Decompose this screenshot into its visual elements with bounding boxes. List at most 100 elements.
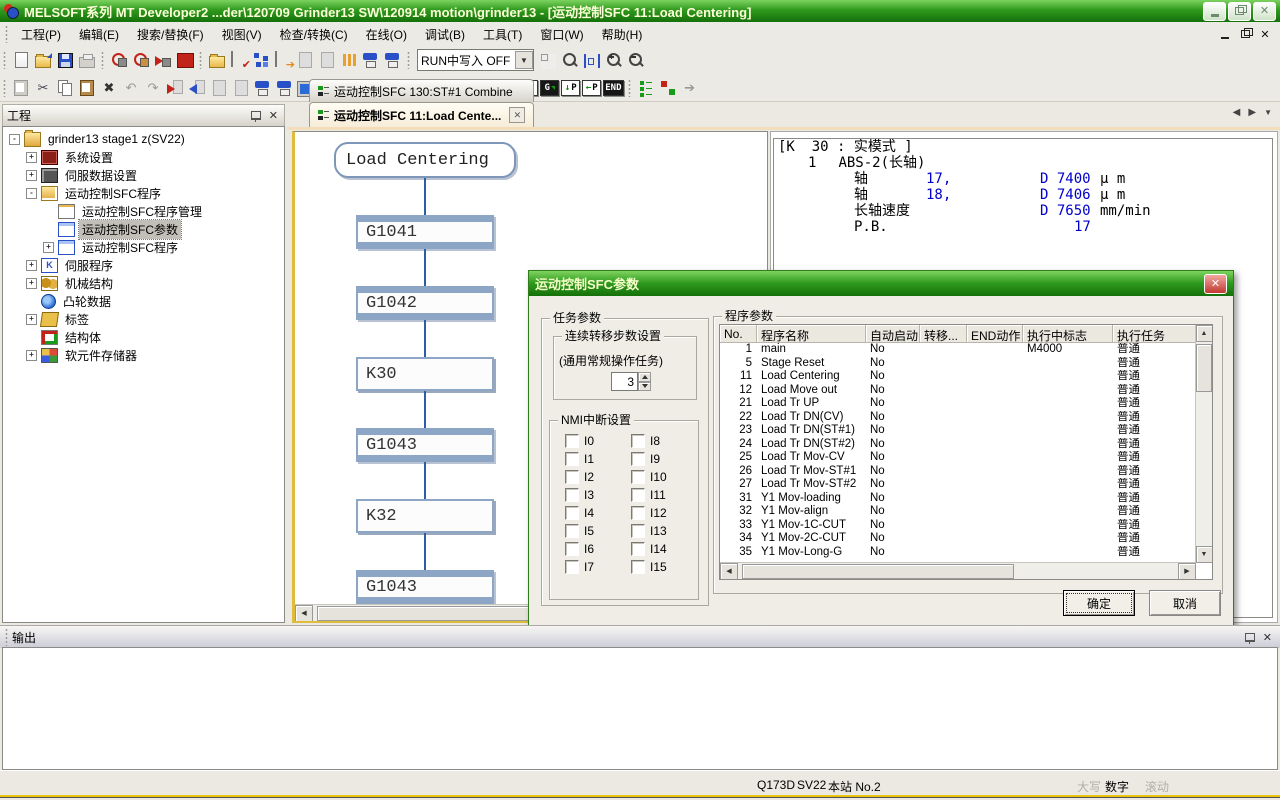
output-panel-close-button[interactable]: ✕ — [1261, 631, 1274, 644]
tab-scroll-right-button[interactable]: ▶ — [1248, 107, 1256, 118]
tree-expander-icon[interactable]: + — [26, 350, 37, 361]
pin-icon[interactable] — [251, 111, 261, 120]
verify-button[interactable]: ✔ — [229, 49, 249, 71]
transition-count-value[interactable]: 3 — [611, 372, 638, 391]
table-row[interactable]: 22Load Tr DN(CV)No普通 — [720, 411, 1196, 425]
checkbox-I9[interactable] — [631, 452, 645, 466]
program-parameter-table[interactable]: No.程序名称自动启动转移...END动作执行中标志执行任务 1mainNoM4… — [719, 324, 1213, 580]
sfc-start-step[interactable]: Load Centering — [334, 142, 516, 178]
restore-button[interactable] — [1228, 2, 1251, 21]
tree-item-12[interactable]: +软元件存储器 — [3, 346, 284, 364]
read-blue-button[interactable] — [187, 77, 207, 99]
dialog-title-bar[interactable]: 运动控制SFC参数 ✕ — [529, 271, 1233, 296]
panel-grip[interactable] — [5, 628, 8, 646]
tree-item-2[interactable]: +伺服数据设置 — [3, 166, 284, 184]
checkbox-I10[interactable] — [631, 470, 645, 484]
tree-item-9[interactable]: +凸轮数据 — [3, 292, 284, 310]
menu-item-9[interactable]: 帮助(H) — [593, 24, 652, 46]
table-row[interactable]: 35Y1 Mov-Long-GNo普通 — [720, 546, 1196, 560]
checkbox-I1[interactable] — [565, 452, 579, 466]
checkbox-I15[interactable] — [631, 560, 645, 574]
checkbox-I11[interactable] — [631, 488, 645, 502]
tree-item-4[interactable]: +运动控制SFC程序管理 — [3, 202, 284, 220]
swap-step-button[interactable] — [658, 77, 678, 99]
redo-button[interactable]: ↷ — [143, 77, 163, 99]
sfc-symbol-g-button[interactable]: G — [540, 80, 559, 96]
menu-item-5[interactable]: 在线(O) — [357, 24, 416, 46]
checkbox-I13[interactable] — [631, 524, 645, 538]
ok-button[interactable]: 确定 — [1063, 590, 1135, 616]
mdi-minimize-button[interactable] — [1218, 28, 1232, 40]
paste-button[interactable] — [77, 77, 97, 99]
menu-item-0[interactable]: 工程(P) — [12, 24, 70, 46]
toolbar-grip[interactable] — [3, 51, 6, 69]
scroll-up-arrow[interactable]: ▲ — [1196, 325, 1213, 342]
axis-monitor-button[interactable] — [339, 49, 359, 71]
table-row[interactable]: 27Load Tr Mov-ST#2No普通 — [720, 478, 1196, 492]
page-gray1-button[interactable] — [209, 77, 229, 99]
table-horizontal-scrollbar[interactable]: ◀ ▶ — [720, 562, 1196, 579]
table-column-header-4[interactable]: END动作 — [967, 325, 1023, 343]
dev-list-button[interactable] — [383, 49, 403, 71]
project-panel-close-button[interactable]: ✕ — [267, 109, 280, 122]
toolbar-grip[interactable] — [628, 79, 631, 97]
tree-item-10[interactable]: +标签 — [3, 310, 284, 328]
table-row[interactable]: 1mainNoM4000普通 — [720, 343, 1196, 357]
table-row[interactable]: 34Y1 Mov-2C-CUTNo普通 — [720, 532, 1196, 546]
table-column-header-5[interactable]: 执行中标志 — [1023, 325, 1113, 343]
write-gray-button[interactable] — [295, 49, 315, 71]
save-project-button[interactable] — [55, 49, 75, 71]
sfc-step-g1042[interactable]: G1042 — [356, 286, 494, 320]
tree-expander-icon[interactable]: - — [26, 188, 37, 199]
checkbox-I0[interactable] — [565, 434, 579, 448]
zoom-out-button[interactable] — [626, 49, 646, 71]
dropdown-icon[interactable]: ▼ — [515, 51, 533, 69]
table-row[interactable]: 12Load Move outNo普通 — [720, 384, 1196, 398]
checkbox-I5[interactable] — [565, 524, 579, 538]
open-project-button[interactable] — [33, 49, 53, 71]
paste-gray-button[interactable] — [11, 77, 31, 99]
table-row[interactable]: 26Load Tr Mov-ST#1No普通 — [720, 465, 1196, 479]
undo-button[interactable]: ↶ — [121, 77, 141, 99]
menu-item-7[interactable]: 工具(T) — [474, 24, 531, 46]
table-row[interactable]: 33Y1 Mov-1C-CUTNo普通 — [720, 519, 1196, 533]
toolbar-grip[interactable] — [101, 51, 104, 69]
tree-expander-icon[interactable]: + — [26, 314, 37, 325]
checkbox-I4[interactable] — [565, 506, 579, 520]
tab-scroll-left-button[interactable]: ◀ — [1233, 107, 1241, 118]
tree-expander-icon[interactable]: + — [43, 242, 54, 253]
dev-search-button[interactable] — [361, 49, 381, 71]
scrollbar-thumb[interactable] — [742, 564, 1014, 579]
checkbox-I8[interactable] — [631, 434, 645, 448]
table-vertical-scrollbar[interactable]: ▲ ▼ — [1195, 325, 1212, 563]
device-find-button[interactable] — [131, 49, 151, 71]
table-row[interactable]: 21Load Tr UPNo普通 — [720, 397, 1196, 411]
new-project-button[interactable] — [11, 49, 31, 71]
table-row[interactable]: 24Load Tr DN(ST#2)No普通 — [720, 438, 1196, 452]
table-row[interactable]: 32Y1 Mov-alignNo普通 — [720, 505, 1196, 519]
table-column-header-6[interactable]: 执行任务 — [1113, 325, 1196, 343]
table-row[interactable]: 11Load CenteringNo普通 — [720, 370, 1196, 384]
scroll-left-arrow[interactable]: ◀ — [720, 563, 738, 580]
sfc-step-g1041[interactable]: G1041 — [356, 215, 494, 249]
scrollbar-thumb[interactable] — [1196, 344, 1212, 392]
dialog-close-button[interactable]: ✕ — [1204, 274, 1227, 294]
mdi-restore-button[interactable] — [1238, 28, 1252, 40]
cut-button[interactable]: ✂ — [33, 77, 53, 99]
jump-gray-button[interactable]: ➔ — [680, 77, 700, 99]
page-gray2-button[interactable] — [231, 77, 251, 99]
table-row[interactable]: 25Load Tr Mov-CVNo普通 — [720, 451, 1196, 465]
tab-list-dropdown-button[interactable]: ▼ — [1264, 108, 1272, 117]
spinner-down-button[interactable] — [638, 382, 651, 392]
sfc-step-k30[interactable]: K30 — [356, 357, 494, 391]
tree-item-6[interactable]: +运动控制SFC程序 — [3, 238, 284, 256]
open-read-button[interactable] — [207, 49, 227, 71]
output-panel-body[interactable] — [2, 647, 1278, 770]
delete-button[interactable]: ✖ — [99, 77, 119, 99]
scroll-down-arrow[interactable]: ▼ — [1196, 546, 1213, 563]
read-gray-button[interactable] — [317, 49, 337, 71]
pin-icon[interactable] — [1245, 633, 1255, 642]
run-write-mode-select[interactable]: RUN中写入 OFF▼ — [417, 49, 534, 71]
sfc-step-k32[interactable]: K32 — [356, 499, 494, 533]
transfer-button[interactable]: ➔ — [273, 49, 293, 71]
